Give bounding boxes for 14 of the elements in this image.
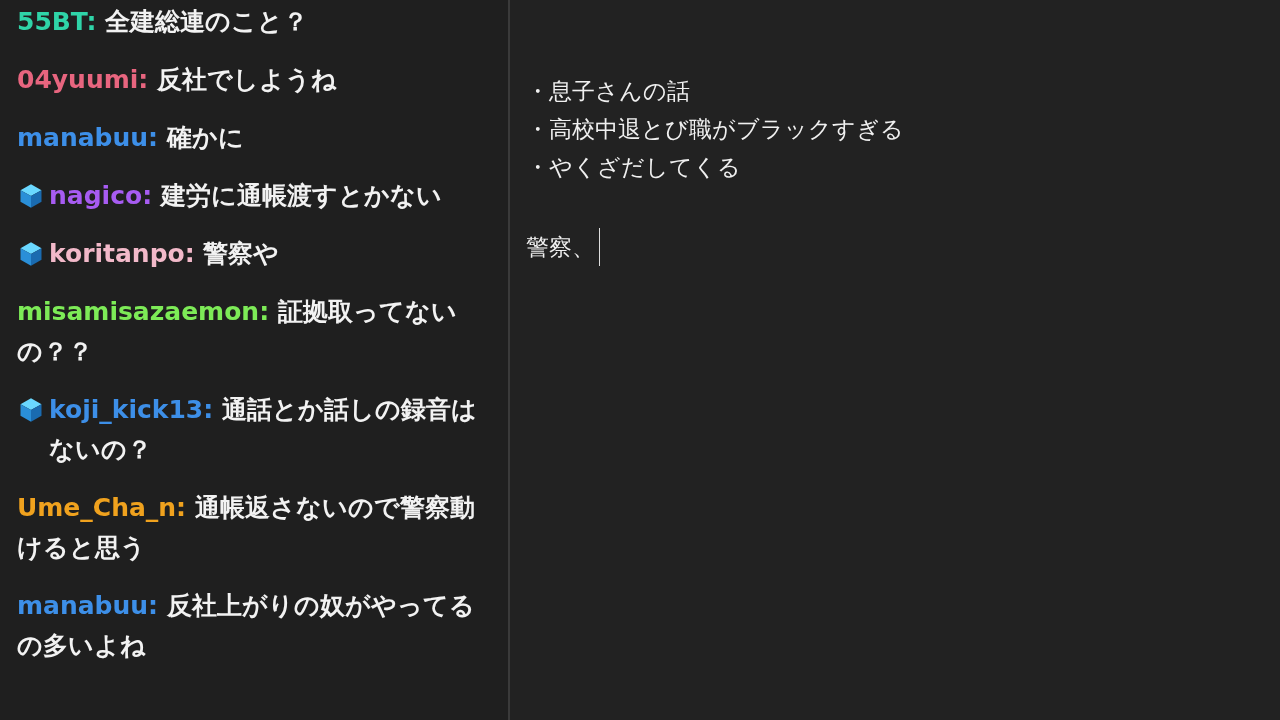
note-line: ・高校中退とび職がブラックすぎる xyxy=(526,115,905,144)
chat-message: 04yuumi: 反社でしようね xyxy=(17,64,338,96)
chat-message: manabuu: 確かに xyxy=(17,122,244,154)
chat-message: manabuu: 反社上がりの奴がやってるの多いよね xyxy=(17,590,476,662)
chat-message: koritanpo: 警察や xyxy=(49,238,280,270)
chat-message: 55BT: 全建総連のこと？ xyxy=(17,6,309,38)
chat-message: koji_kick13: 通話とか話しの録音はないの？ xyxy=(49,394,478,466)
chat-message: misamisazaemon: 証拠取ってないの？？ xyxy=(17,296,458,368)
text-cursor xyxy=(599,228,600,266)
note-line: 警察、 xyxy=(526,232,595,262)
note-line: ・やくざだしてくる xyxy=(526,153,742,182)
note-line: ・息子さんの話 xyxy=(526,77,691,106)
chat-message: Ume_Cha_n: 通帳返さないので警察動けると思う xyxy=(17,492,476,564)
chat-message: nagico: 建労に通帳渡すとかない xyxy=(49,180,442,212)
